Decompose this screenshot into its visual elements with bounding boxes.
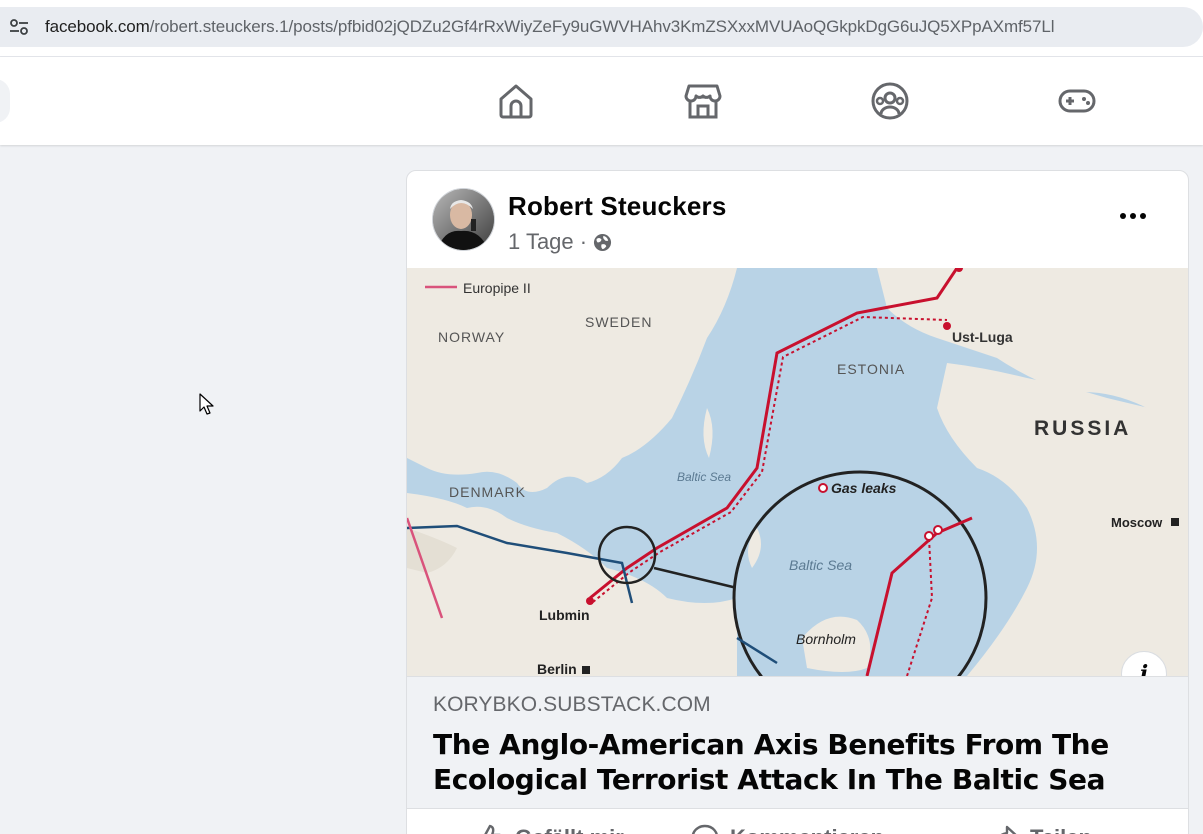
map-label: Berlin [537, 661, 577, 676]
map-label: Bornholm [796, 631, 856, 647]
post-time[interactable]: 1 Tage · [508, 229, 587, 255]
map-label: Europipe II [463, 280, 531, 296]
like-label: Gefällt mir [515, 825, 624, 834]
url-path: /robert.steuckers.1/posts/pfbid02jQDZu2G… [149, 17, 1055, 36]
map-label: SWEDEN [585, 314, 652, 330]
author-name[interactable]: Robert Steuckers [508, 191, 727, 222]
map-label: Ust-Luga [952, 329, 1013, 345]
post-meta: 1 Tage · [508, 229, 612, 255]
gaming-icon [1058, 89, 1096, 113]
map-label: DENMARK [449, 484, 526, 500]
mouse-cursor-icon [199, 393, 214, 415]
search-box-edge[interactable] [0, 79, 10, 123]
marketplace-icon [684, 84, 722, 119]
tab-marketplace[interactable] [681, 79, 725, 123]
dot [1120, 213, 1126, 219]
post-card: Robert Steuckers 1 Tage · Europipe II NO… [406, 170, 1189, 834]
link-preview[interactable]: KORYBKO.SUBSTACK.COM The Anglo-American … [407, 676, 1188, 808]
comment-button[interactable]: Kommentieren [690, 823, 884, 834]
share-button[interactable]: Teilen [990, 823, 1092, 834]
tab-home[interactable] [494, 79, 538, 123]
site-settings-icon[interactable] [9, 19, 29, 35]
tab-gaming[interactable] [1055, 79, 1099, 123]
link-preview-image[interactable]: Europipe II NORWAY SWEDEN ESTONIA Ust-Lu… [407, 268, 1188, 676]
more-options-button[interactable] [1113, 201, 1153, 231]
action-bar: Gefällt mir Kommentieren Teilen [407, 808, 1188, 834]
home-icon [499, 84, 533, 119]
map-label: RUSSIA [1034, 417, 1131, 440]
map-label: Moscow [1111, 515, 1163, 530]
dot [1130, 213, 1136, 219]
like-button[interactable]: Gefällt mir [475, 823, 624, 834]
groups-icon [871, 82, 909, 120]
map-label: NORWAY [438, 329, 505, 345]
url-text[interactable]: facebook.com/robert.steuckers.1/posts/pf… [45, 17, 1054, 37]
address-bar[interactable]: facebook.com/robert.steuckers.1/posts/pf… [0, 7, 1203, 47]
globe-icon[interactable] [593, 233, 612, 252]
comment-label: Kommentieren [730, 825, 884, 834]
link-domain: KORYBKO.SUBSTACK.COM [433, 693, 711, 716]
browser-toolbar: facebook.com/robert.steuckers.1/posts/pf… [0, 0, 1203, 57]
map-label: Lubmin [539, 607, 590, 623]
facebook-navbar [0, 57, 1203, 145]
share-label: Teilen [1030, 825, 1092, 834]
dot [1140, 213, 1146, 219]
url-host: facebook.com [45, 17, 150, 36]
link-title: The Anglo-American Axis Benefits From Th… [433, 728, 1109, 796]
like-icon [484, 824, 501, 834]
comment-icon [691, 824, 718, 834]
share-icon [1000, 825, 1017, 834]
map-label: Baltic Sea [789, 557, 852, 573]
map-label: ESTONIA [837, 361, 905, 377]
avatar[interactable] [432, 188, 495, 251]
tab-groups[interactable] [868, 79, 912, 123]
map-label: Baltic Sea [677, 470, 731, 484]
map-label: Gas leaks [831, 480, 897, 496]
